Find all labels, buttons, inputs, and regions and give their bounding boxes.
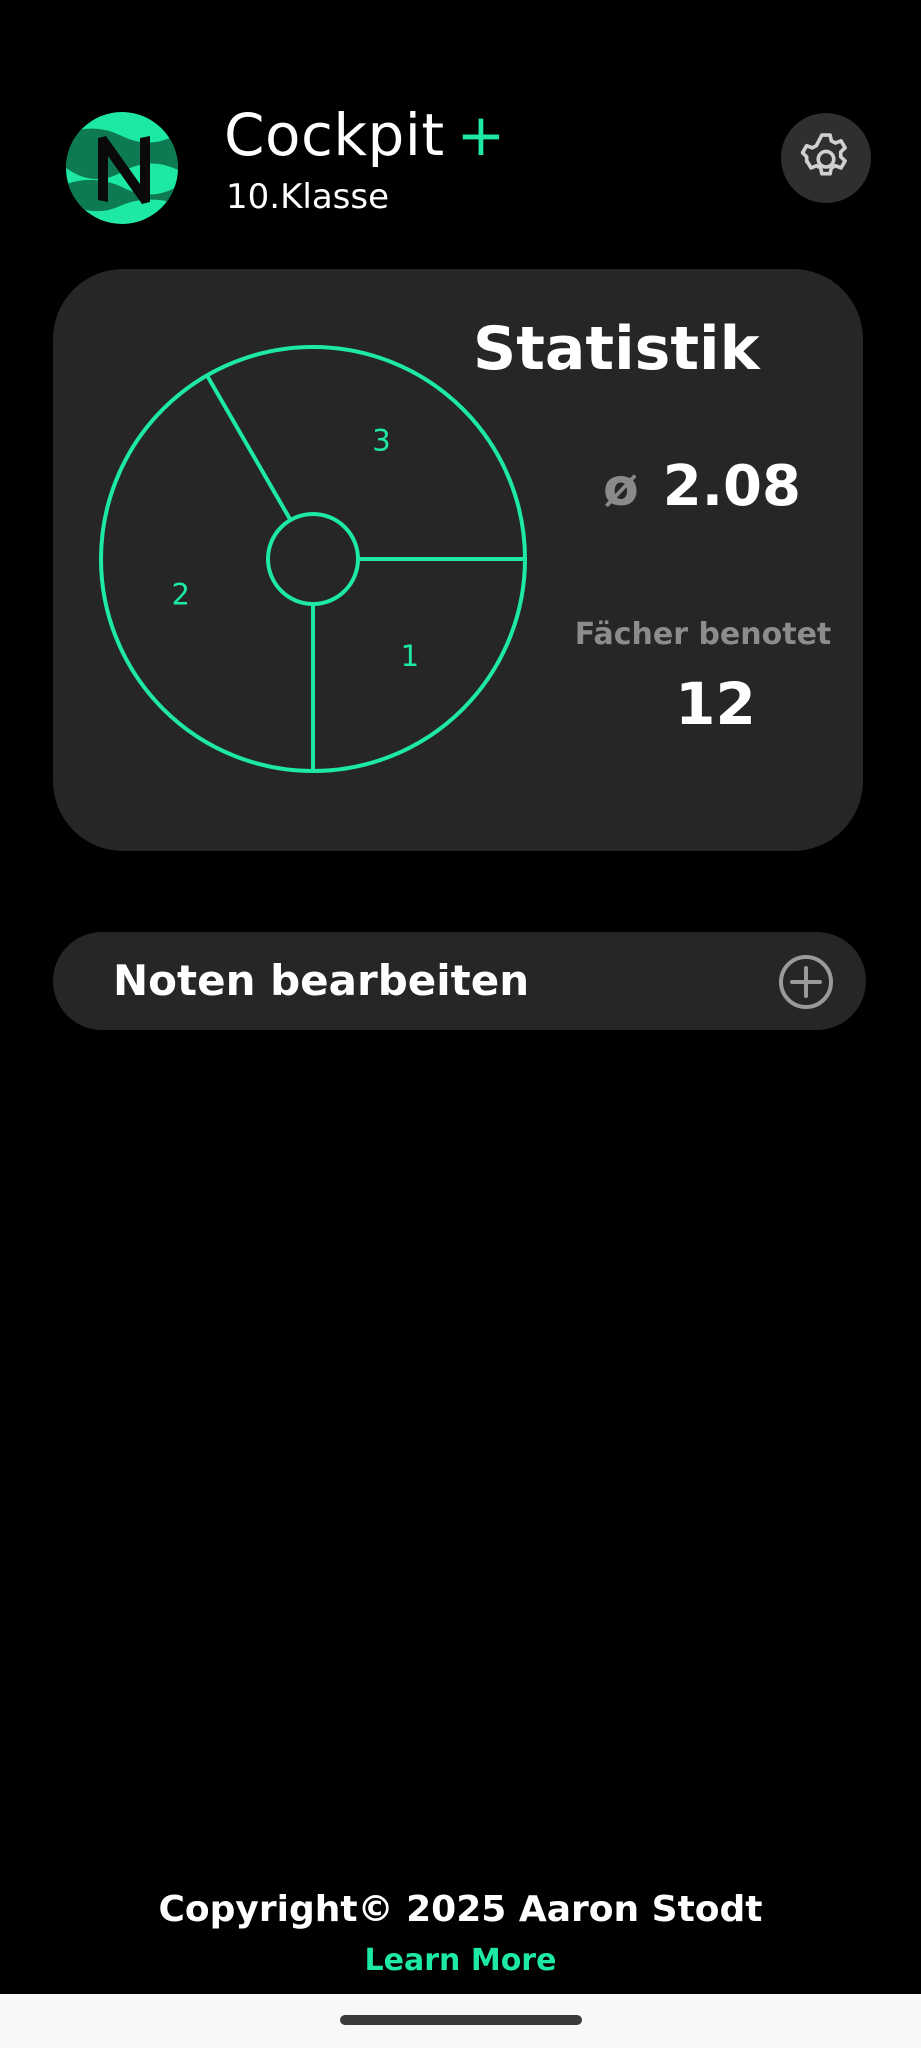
pie-slice-label: 1 bbox=[401, 639, 419, 673]
settings-button[interactable] bbox=[781, 113, 871, 203]
app-title-plus: + bbox=[456, 101, 506, 169]
plus-circle-icon[interactable] bbox=[778, 954, 834, 1010]
app-title-text: Cockpit bbox=[224, 101, 445, 169]
pie-inner-ring bbox=[266, 512, 360, 606]
class-subtitle: 10.Klasse bbox=[226, 177, 389, 217]
edit-grades-label: Noten bearbeiten bbox=[113, 956, 530, 1005]
grade-distribution-chart: 1 2 3 bbox=[99, 345, 527, 773]
graded-subjects-label: Fächer benotet bbox=[574, 617, 832, 652]
average-grade: ø 2.08 bbox=[603, 454, 801, 519]
graded-subjects-value: 12 bbox=[675, 670, 756, 738]
pie-slice-divider bbox=[205, 374, 293, 522]
edit-grades-button[interactable]: Noten bearbeiten bbox=[53, 932, 866, 1030]
pie-slice-label: 3 bbox=[372, 423, 390, 457]
learn-more-link[interactable]: Learn More bbox=[0, 1940, 921, 1982]
app-title: Cockpit + bbox=[224, 100, 506, 170]
average-symbol: ø bbox=[603, 458, 639, 518]
gear-icon bbox=[800, 133, 847, 176]
home-indicator[interactable] bbox=[340, 2015, 582, 2025]
average-value: 2.08 bbox=[662, 454, 801, 519]
statistics-card: Statistik 123 ø 2.08 Fächer benotet 12 bbox=[53, 269, 863, 851]
app-logo bbox=[66, 112, 178, 224]
copyright-text: Copyright© 2025 Aaron Stodt bbox=[158, 1889, 763, 1930]
pie-slice-label: 2 bbox=[171, 577, 189, 611]
system-navigation-bar bbox=[0, 1994, 921, 2048]
app-logo-icon bbox=[66, 112, 178, 224]
